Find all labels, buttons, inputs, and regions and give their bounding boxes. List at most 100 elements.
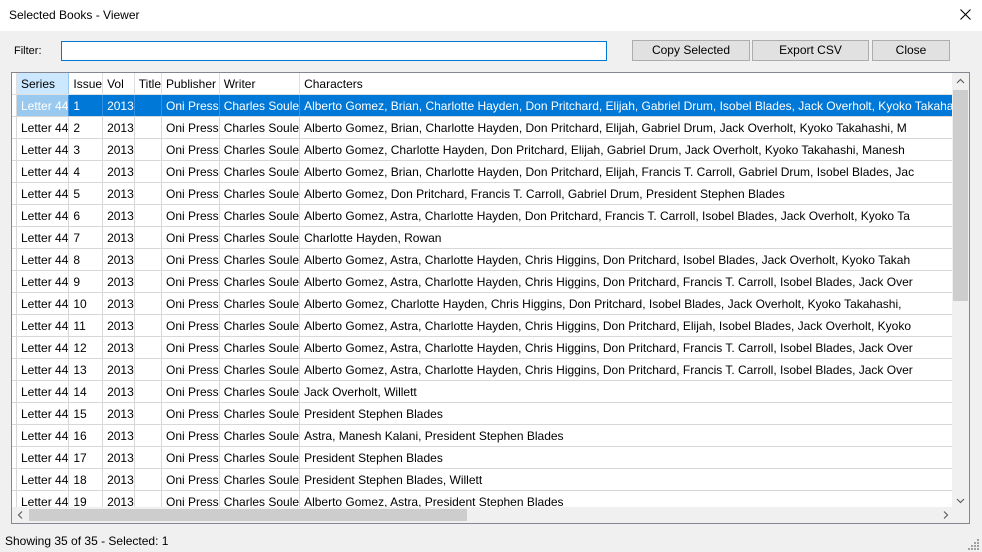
cell-title[interactable]: [134, 182, 163, 205]
cell-publisher[interactable]: Oni Press: [161, 402, 220, 425]
cell-vol[interactable]: 2013: [102, 402, 135, 425]
table-row[interactable]: Letter 44 3 2013 Oni Press Charles Soule Albe…: [12, 138, 954, 161]
cell-series[interactable]: Letter 44: [16, 116, 70, 139]
scroll-up-button[interactable]: [952, 73, 969, 90]
cell-series[interactable]: Letter 44: [16, 336, 70, 359]
cell-series[interactable]: Letter 44: [16, 380, 70, 403]
cell-vol[interactable]: 2013: [102, 446, 135, 469]
table-row[interactable]: Letter 44 17 2013 Oni Press Charles Soule Pre…: [12, 446, 954, 469]
cell-series[interactable]: Letter 44: [16, 226, 70, 249]
cell-vol[interactable]: 2013: [102, 358, 135, 381]
cell-title[interactable]: [134, 380, 163, 403]
table-row[interactable]: Letter 44 13 2013 Oni Press Charles Soule Alb…: [12, 358, 954, 381]
table-row[interactable]: Letter 44 8 2013 Oni Press Charles Soule Albe…: [12, 248, 954, 271]
cell-title[interactable]: [134, 314, 163, 337]
cell-series[interactable]: Letter 44: [16, 358, 70, 381]
table-row[interactable]: Letter 44 15 2013 Oni Press Charles Soule Pre…: [12, 402, 954, 425]
vertical-scrollbar[interactable]: [952, 73, 969, 509]
cell-title[interactable]: [134, 226, 163, 249]
cell-vol[interactable]: 2013: [102, 248, 135, 271]
cell-writer[interactable]: Charles Soule: [219, 160, 301, 183]
filter-input[interactable]: [61, 41, 607, 61]
cell-writer[interactable]: Charles Soule: [219, 446, 301, 469]
cell-series[interactable]: Letter 44: [16, 248, 70, 271]
cell-title[interactable]: [134, 336, 163, 359]
cell-publisher[interactable]: Oni Press: [161, 138, 220, 161]
cell-series[interactable]: Letter 44: [16, 314, 70, 337]
row-header[interactable]: [12, 248, 17, 271]
cell-publisher[interactable]: Oni Press: [161, 358, 220, 381]
cell-characters[interactable]: President Stephen Blades, Willett: [299, 468, 954, 491]
table-row[interactable]: Letter 44 1 2013 Oni Press Charles Soule Albe…: [12, 94, 954, 117]
vertical-scroll-thumb[interactable]: [953, 90, 968, 301]
cell-characters[interactable]: Alberto Gomez, Astra, Charlotte Hayden, …: [299, 314, 954, 337]
cell-title[interactable]: [134, 270, 163, 293]
cell-series[interactable]: Letter 44: [16, 424, 70, 447]
cell-characters[interactable]: Alberto Gomez, Astra, Charlotte Hayden, …: [299, 248, 954, 271]
cell-writer[interactable]: Charles Soule: [219, 424, 301, 447]
table-row[interactable]: Letter 44 6 2013 Oni Press Charles Soule Albe…: [12, 204, 954, 227]
table-row[interactable]: Letter 44 11 2013 Oni Press Charles Soule Alb…: [12, 314, 954, 337]
cell-characters[interactable]: Alberto Gomez, Don Pritchard, Francis T.…: [299, 182, 954, 205]
cell-writer[interactable]: Charles Soule: [219, 94, 301, 117]
cell-publisher[interactable]: Oni Press: [161, 248, 220, 271]
cell-issue[interactable]: 6: [68, 204, 104, 227]
column-header-writer[interactable]: Writer: [219, 73, 301, 95]
cell-vol[interactable]: 2013: [102, 292, 135, 315]
cell-vol[interactable]: 2013: [102, 182, 135, 205]
column-header-publisher[interactable]: Publisher: [161, 73, 220, 95]
table-row[interactable]: Letter 44 7 2013 Oni Press Charles Soule Char…: [12, 226, 954, 249]
cell-series[interactable]: Letter 44: [16, 204, 70, 227]
horizontal-scrollbar[interactable]: [12, 507, 954, 523]
cell-characters[interactable]: Alberto Gomez, Brian, Charlotte Hayden, …: [299, 116, 954, 139]
cell-series[interactable]: Letter 44: [16, 94, 70, 117]
cell-writer[interactable]: Charles Soule: [219, 226, 301, 249]
cell-writer[interactable]: Charles Soule: [219, 402, 301, 425]
cell-writer[interactable]: Charles Soule: [219, 204, 301, 227]
row-header[interactable]: [12, 116, 17, 139]
cell-characters[interactable]: Astra, Manesh Kalani, President Stephen …: [299, 424, 954, 447]
cell-title[interactable]: [134, 204, 163, 227]
cell-series[interactable]: Letter 44: [16, 292, 70, 315]
cell-issue[interactable]: 11: [68, 314, 104, 337]
close-button[interactable]: Close: [872, 40, 950, 61]
cell-issue[interactable]: 13: [68, 358, 104, 381]
cell-characters[interactable]: Alberto Gomez, Brian, Charlotte Hayden, …: [299, 94, 954, 117]
cell-issue[interactable]: 15: [68, 402, 104, 425]
cell-vol[interactable]: 2013: [102, 314, 135, 337]
cell-writer[interactable]: Charles Soule: [219, 380, 301, 403]
row-header[interactable]: [12, 424, 17, 447]
cell-series[interactable]: Letter 44: [16, 138, 70, 161]
cell-title[interactable]: [134, 248, 163, 271]
row-header[interactable]: [12, 270, 17, 293]
row-header[interactable]: [12, 358, 17, 381]
cell-publisher[interactable]: Oni Press: [161, 424, 220, 447]
cell-issue[interactable]: 3: [68, 138, 104, 161]
cell-issue[interactable]: 10: [68, 292, 104, 315]
cell-title[interactable]: [134, 468, 163, 491]
row-header[interactable]: [12, 336, 17, 359]
cell-series[interactable]: Letter 44: [16, 468, 70, 491]
cell-publisher[interactable]: Oni Press: [161, 336, 220, 359]
row-header[interactable]: [12, 468, 17, 491]
table-row[interactable]: Letter 44 9 2013 Oni Press Charles Soule Albe…: [12, 270, 954, 293]
cell-publisher[interactable]: Oni Press: [161, 380, 220, 403]
cell-publisher[interactable]: Oni Press: [161, 468, 220, 491]
cell-issue[interactable]: 2: [68, 116, 104, 139]
cell-series[interactable]: Letter 44: [16, 402, 70, 425]
column-header-vol[interactable]: Vol: [102, 73, 135, 95]
cell-vol[interactable]: 2013: [102, 94, 135, 117]
row-header[interactable]: [12, 292, 17, 315]
cell-writer[interactable]: Charles Soule: [219, 468, 301, 491]
cell-characters[interactable]: Alberto Gomez, Astra, Charlotte Hayden, …: [299, 358, 954, 381]
cell-characters[interactable]: Alberto Gomez, Astra, Charlotte Hayden, …: [299, 336, 954, 359]
cell-publisher[interactable]: Oni Press: [161, 204, 220, 227]
cell-title[interactable]: [134, 424, 163, 447]
cell-title[interactable]: [134, 446, 163, 469]
cell-issue[interactable]: 17: [68, 446, 104, 469]
row-header[interactable]: [12, 314, 17, 337]
cell-writer[interactable]: Charles Soule: [219, 116, 301, 139]
row-header[interactable]: [12, 204, 17, 227]
table-row[interactable]: Letter 44 4 2013 Oni Press Charles Soule Albe…: [12, 160, 954, 183]
copy-selected-button[interactable]: Copy Selected: [632, 40, 750, 61]
